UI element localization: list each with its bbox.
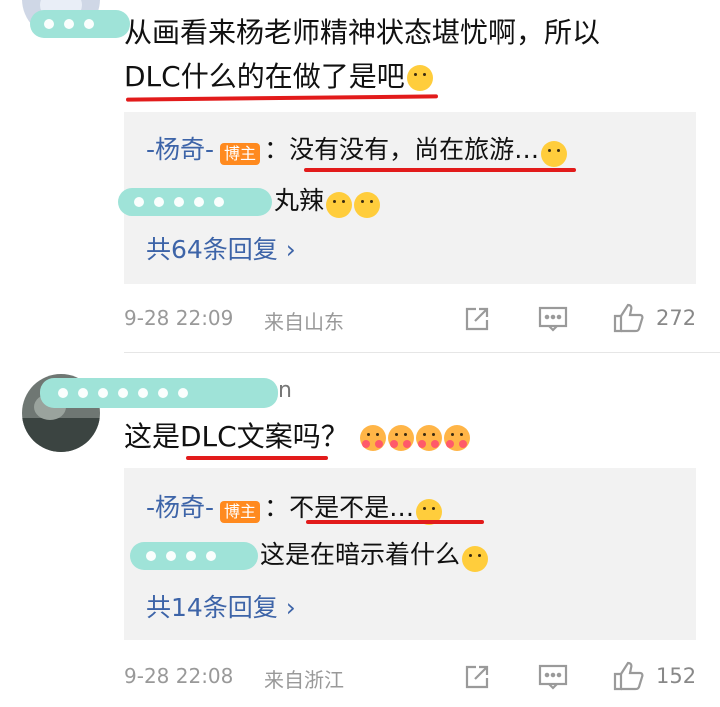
- comment-text-content: 这是DLC文案吗？: [124, 420, 349, 453]
- view-replies-link[interactable]: 共14条回复 ›: [146, 588, 296, 624]
- view-replies-link[interactable]: 共64条回复 ›: [146, 230, 296, 266]
- red-underline: [186, 456, 328, 460]
- doge-emoji-icon: [406, 65, 433, 91]
- location: 来自浙江: [264, 668, 344, 692]
- timestamp: 9-28 22:09: [124, 306, 234, 330]
- laugh-emoji-icon: [462, 545, 489, 572]
- author-badge: 博主: [220, 500, 261, 523]
- redacted-username: [40, 378, 278, 408]
- kiss-emoji-icon: [359, 425, 386, 451]
- emoji-icon: [354, 191, 381, 218]
- share-icon[interactable]: [462, 662, 492, 696]
- like-icon[interactable]: [612, 302, 646, 338]
- comment-icon[interactable]: [537, 662, 569, 696]
- red-underline: [304, 168, 576, 172]
- like-icon[interactable]: [612, 660, 646, 696]
- sub-reply-text: 丸辣: [274, 186, 325, 215]
- reply-text: ：没有没有，尚在旅游…: [264, 135, 540, 164]
- reply-box[interactable]: -杨奇- 博主 ：没有没有，尚在旅游… 丸辣 共64条回复 ›: [118, 112, 696, 284]
- reply-text: ：不是不是…: [264, 493, 415, 522]
- comment-text-line1: 从画看来杨老师精神状态堪忧啊，所以: [124, 16, 601, 49]
- comment-text-line2: DLC什么的在做了是吧: [124, 58, 433, 96]
- reply-author[interactable]: -杨奇-: [146, 493, 214, 522]
- comment-text: 这是DLC文案吗？: [124, 418, 470, 456]
- kiss-emoji-icon: [387, 425, 414, 451]
- reply-box[interactable]: -杨奇- 博主 ：不是不是… 这是在暗示着什么 共14条回复 ›: [124, 468, 696, 640]
- kiss-emoji-icon: [415, 425, 442, 451]
- reply-author[interactable]: -杨奇-: [146, 135, 214, 164]
- redacted-username: [118, 188, 272, 216]
- username-tail[interactable]: n: [278, 378, 292, 403]
- location: 来自山东: [264, 310, 344, 334]
- kiss-emoji-icon: [443, 425, 470, 451]
- redacted-username: [30, 10, 130, 38]
- redacted-username: [130, 542, 258, 570]
- smile-emoji-icon: [541, 140, 568, 167]
- author-badge: 博主: [220, 142, 261, 165]
- red-underline: [306, 520, 484, 524]
- comment-text-line2-content: DLC什么的在做了是吧: [124, 60, 405, 93]
- like-count: 152: [656, 664, 697, 688]
- timestamp: 9-28 22:08: [124, 664, 234, 688]
- divider: [124, 352, 720, 353]
- sub-reply-text: 这是在暗示着什么: [260, 540, 461, 569]
- like-count: 272: [656, 306, 697, 330]
- share-icon[interactable]: [462, 304, 492, 338]
- emoji-icon: [326, 191, 353, 218]
- comment-icon[interactable]: [537, 304, 569, 338]
